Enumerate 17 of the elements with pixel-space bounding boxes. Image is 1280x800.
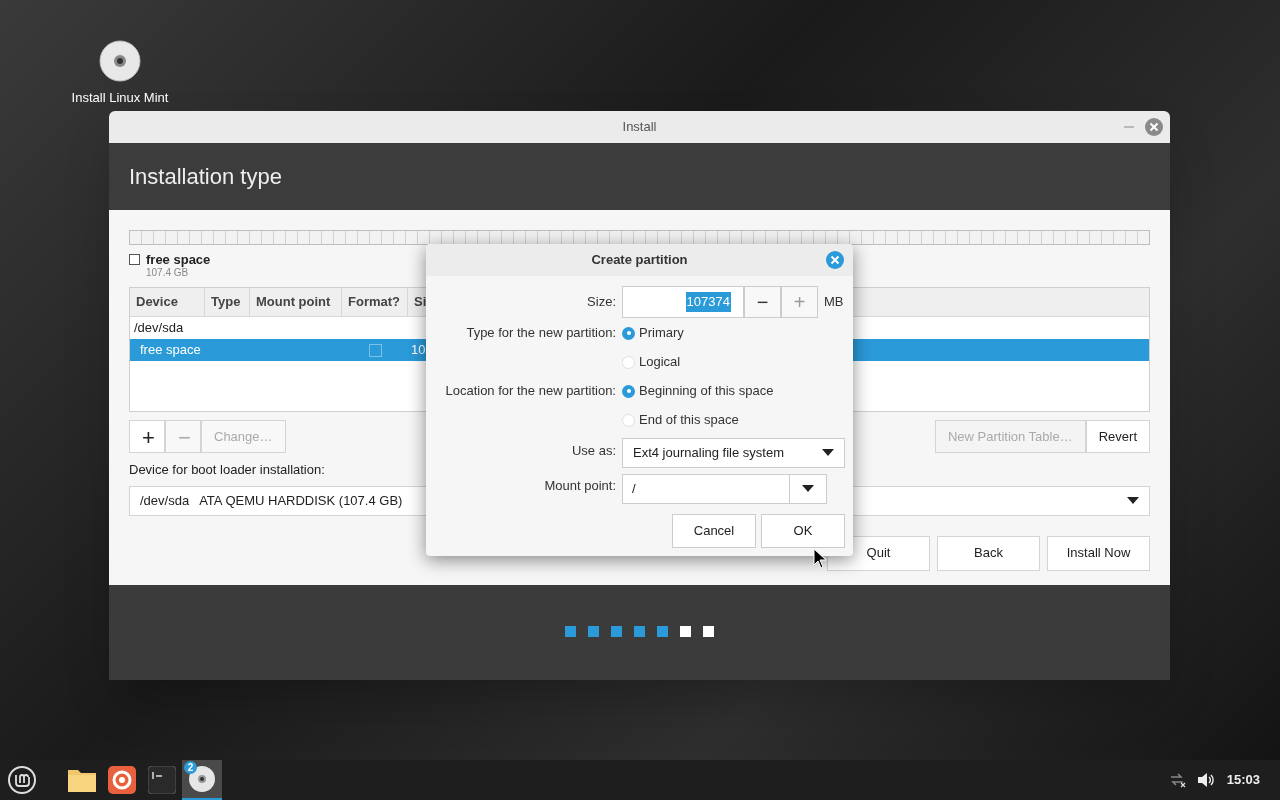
size-cell-text: 10 [410, 341, 426, 360]
field-label: Type for the new partition: [465, 324, 616, 342]
partition-label: free space [146, 252, 211, 267]
boot-loader-label: Device for boot loader installation: [129, 461, 326, 479]
clock: 15:03 [1226, 771, 1260, 790]
page-heading: Installation type [129, 163, 282, 191]
notification-badge: 2 [184, 761, 197, 774]
window-title: Install [622, 118, 657, 137]
field-label: Location for the new partition: [444, 382, 616, 400]
partition-size: 107.4 GB [146, 267, 190, 279]
field-label: Mount point: [543, 477, 616, 496]
field-label: Use as: [570, 442, 616, 461]
device-description: ATA QEMU HARDDISK (107.4 GB) [199, 491, 404, 510]
field-label: Size: [586, 293, 616, 312]
dialog-title: Create partition [591, 251, 688, 270]
device-path: /dev/sda [140, 491, 190, 510]
unit-label: MB [824, 293, 844, 312]
